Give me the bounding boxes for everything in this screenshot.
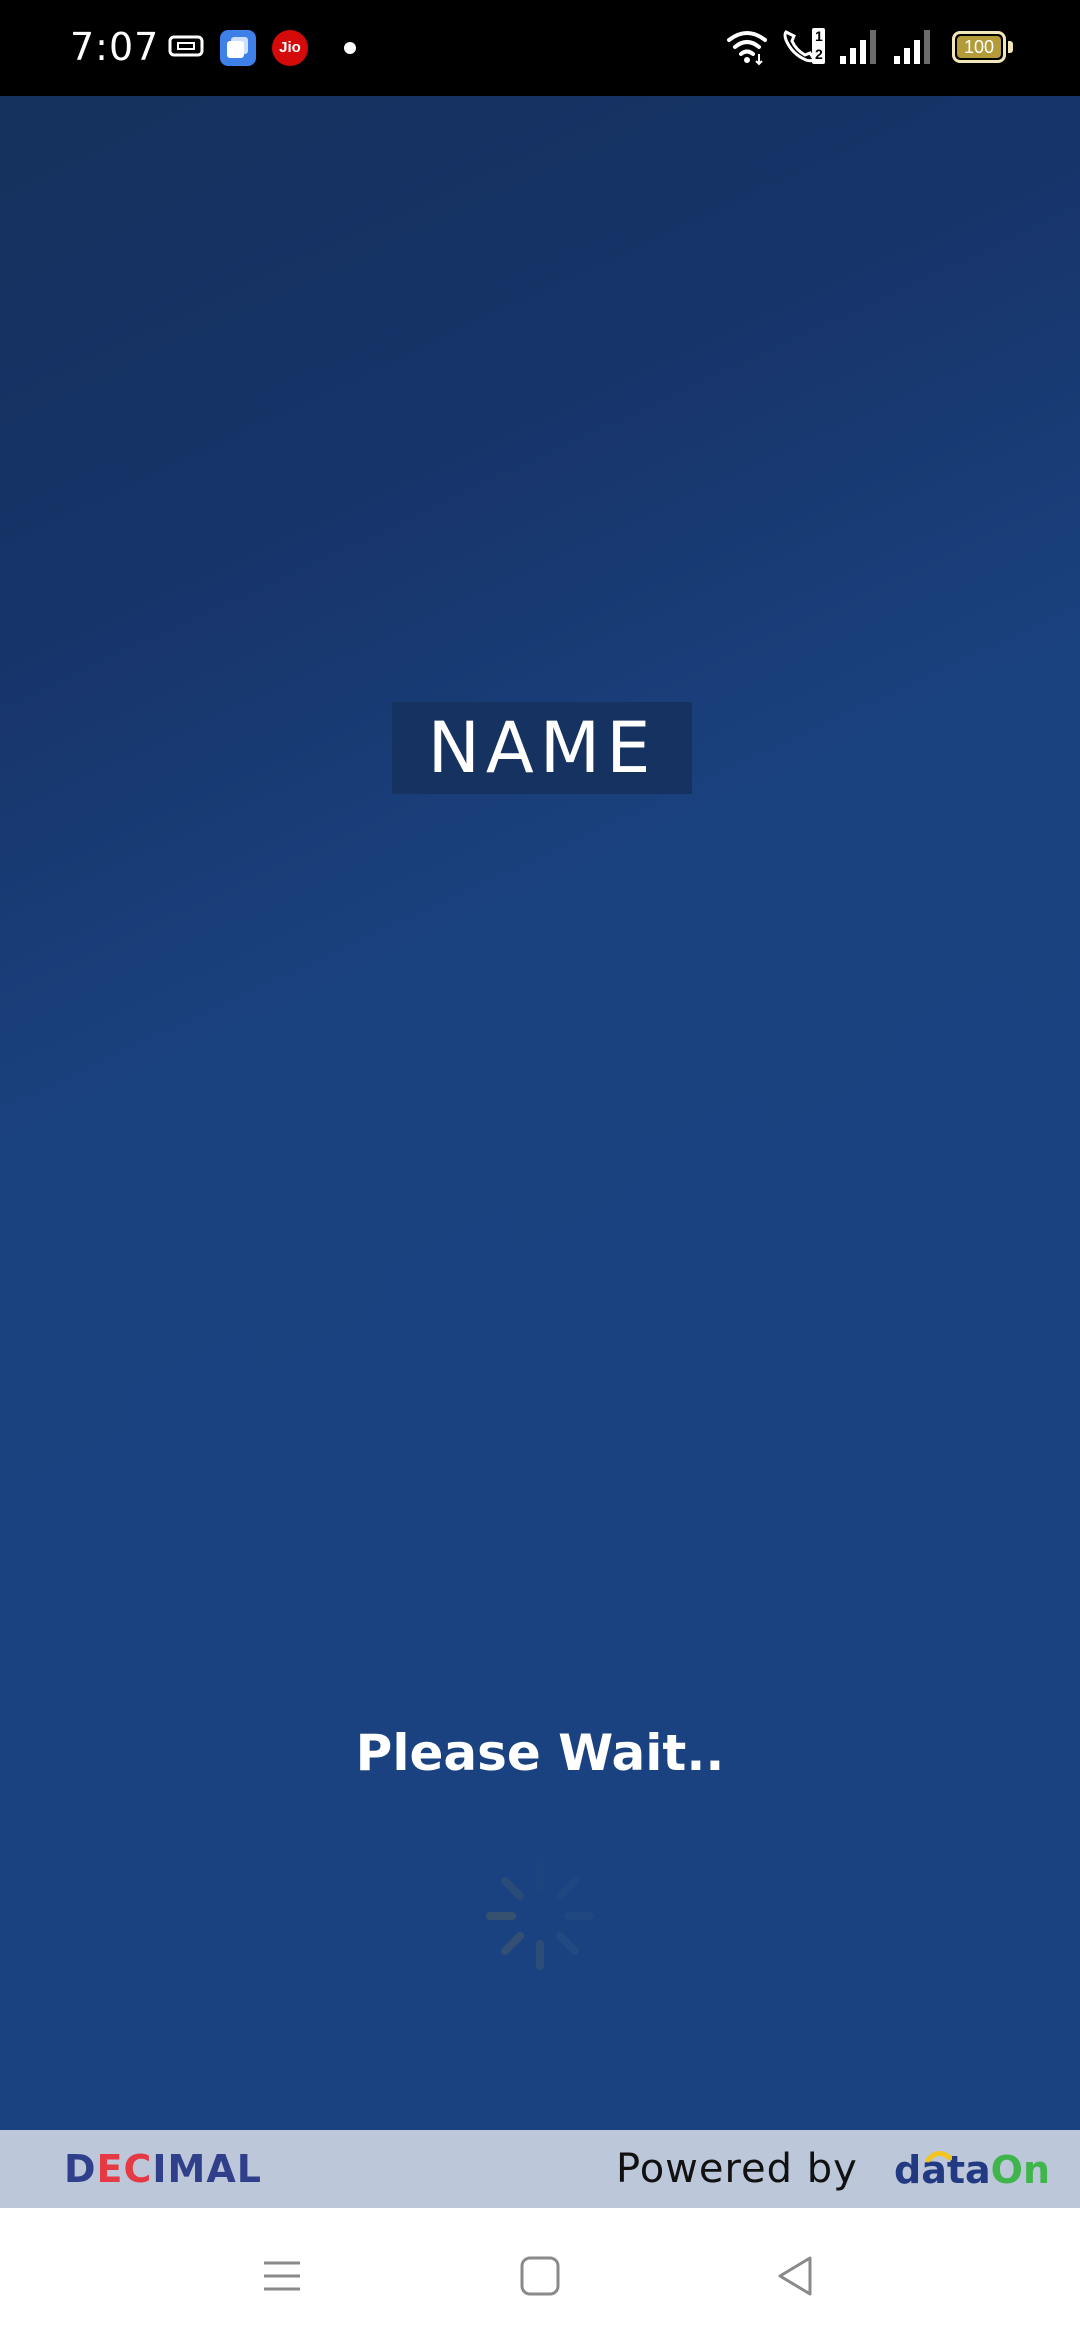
dataon-spark-icon [926,2151,952,2163]
wifi-icon [727,31,767,66]
decimal-logo-imal: IMAL [152,2147,262,2191]
signal-icon [894,30,930,64]
decimal-logo: DECIMAL [64,2146,262,2192]
app-stack-icon [220,30,256,66]
decimal-logo-d: D [64,2147,97,2191]
status-time: 7:07 [70,25,160,69]
powered-by-label: Powered by [616,2146,858,2192]
dataon-logo-on: On [990,2148,1051,2192]
signal-icon [840,30,876,64]
call-badge-bottom: 2 [815,46,823,62]
decimal-logo-c: C [123,2147,153,2191]
splash-screen: NAME Please Wait.. [0,96,1080,2130]
status-bar: 7:07 Jio 1 2 100 [0,0,1080,96]
notification-dot-icon [344,42,356,54]
battery-tip [1008,41,1013,53]
dataon-logo: dataOn [894,2142,1050,2198]
app-name-label: NAME [392,702,692,794]
wifi-calling-icon: 1 2 [780,26,826,66]
battery-icon: 100 [952,31,1006,63]
menu-icon[interactable] [254,2248,310,2304]
jio-icon: Jio [272,30,308,66]
loading-spinner-icon [486,1862,594,1970]
navigation-bar [0,2208,1080,2340]
call-badge-top: 1 [815,28,823,44]
back-icon[interactable] [768,2248,824,2304]
please-wait-text: Please Wait.. [355,1724,725,1782]
home-icon[interactable] [512,2248,568,2304]
footer-bar: DECIMAL Powered by dataOn [0,2130,1080,2208]
sim-card-icon [168,35,204,57]
decimal-logo-e: E [96,2147,124,2191]
battery-level: 100 [963,37,995,57]
